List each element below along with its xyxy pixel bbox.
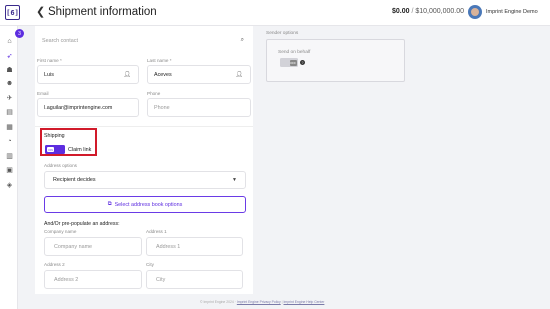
email-value: l.aguilar@imprintengine.com bbox=[44, 104, 113, 111]
send-on-behalf-label: Send on behalf bbox=[278, 50, 311, 55]
last-name-field[interactable]: Aceves 👤︎ bbox=[147, 65, 251, 84]
sender-options-title: Sender options bbox=[266, 31, 299, 36]
home-icon[interactable]: ⌂ bbox=[4, 36, 15, 47]
grid-icon[interactable]: ▦ bbox=[4, 121, 15, 132]
footer: © Imprint Engine 2024 · Imprint Engine P… bbox=[200, 300, 324, 304]
search-placeholder: Search contact bbox=[42, 38, 78, 44]
claim-link-label: Claim link bbox=[68, 147, 92, 153]
balance-limit: $10,000,000.00 bbox=[415, 8, 465, 15]
notification-badge: 3 bbox=[15, 29, 24, 38]
address1-placeholder: Address 1 bbox=[156, 243, 181, 250]
document-icon[interactable]: ▤ bbox=[4, 106, 15, 117]
campaign-icon[interactable]: ✈ bbox=[4, 92, 15, 103]
address1-field[interactable]: Address 1 bbox=[146, 237, 243, 256]
first-name-value: Luis bbox=[44, 71, 54, 78]
city-placeholder: City bbox=[156, 276, 166, 283]
privacy-policy-link[interactable]: Imprint Engine Privacy Policy bbox=[237, 300, 281, 304]
users-icon[interactable]: ☗ bbox=[4, 64, 15, 75]
city-field[interactable]: City bbox=[146, 270, 243, 289]
company-label: Company name bbox=[44, 229, 77, 234]
avatar[interactable] bbox=[468, 5, 482, 19]
search-icon: ⌕ bbox=[240, 37, 244, 43]
send-on-behalf-toggle[interactable]: OFF bbox=[280, 58, 298, 67]
email-field[interactable]: l.aguilar@imprintengine.com bbox=[37, 98, 139, 117]
address1-label: Address 1 bbox=[146, 229, 167, 234]
first-name-label: First name * bbox=[37, 58, 62, 63]
integrations-icon[interactable]: ◈ bbox=[4, 179, 15, 190]
city-label: City bbox=[146, 262, 154, 267]
address-book-button-label: Select address book options bbox=[114, 201, 183, 208]
address-options-select[interactable]: Recipient decides ▼ bbox=[44, 171, 246, 189]
inbox-icon[interactable]: ▣ bbox=[4, 164, 15, 175]
last-name-label: Last name * bbox=[147, 58, 172, 63]
address-option-selected: Recipient decides bbox=[53, 177, 96, 183]
company-placeholder: Company name bbox=[54, 243, 93, 250]
first-name-field[interactable]: Luis 👤︎ bbox=[37, 65, 139, 84]
shipping-title: Shipping bbox=[44, 133, 65, 139]
select-address-book-button[interactable]: ⧉ Select address book options bbox=[44, 196, 246, 213]
person-icon: 👤︎ bbox=[235, 72, 243, 78]
logo[interactable]: [6] bbox=[5, 5, 20, 20]
footer-copyright: © Imprint Engine 2024 · bbox=[200, 300, 237, 304]
back-chevron-icon[interactable]: ❮ bbox=[36, 5, 45, 18]
help-icon[interactable]: ? bbox=[300, 60, 305, 65]
dropdown-caret-icon: ▼ bbox=[232, 177, 237, 183]
toggle-state: OFF bbox=[289, 59, 297, 66]
page-title: Shipment information bbox=[48, 6, 157, 18]
address-options-label: Address options bbox=[44, 163, 77, 168]
user-name[interactable]: Imprint Engine Demo bbox=[486, 9, 538, 15]
phone-field[interactable]: Phone bbox=[147, 98, 251, 117]
claim-link-toggle[interactable]: ON bbox=[45, 145, 65, 154]
toggle-state: ON bbox=[47, 147, 54, 152]
search-contact-input[interactable]: Search contact ⌕ bbox=[36, 32, 251, 50]
email-label: Email bbox=[37, 91, 49, 96]
address2-field[interactable]: Address 2 bbox=[44, 270, 142, 289]
prepopulate-label: And/Or pre-populate an address: bbox=[44, 221, 120, 227]
top-bar: [6] ❮ Shipment information $0.00 / $10,0… bbox=[0, 0, 550, 26]
store-icon[interactable]: ▥ bbox=[4, 150, 15, 161]
phone-label: Phone bbox=[147, 91, 161, 96]
help-center-link[interactable]: Imprint Engine Help Center bbox=[283, 300, 324, 304]
balance-display: $0.00 / $10,000,000.00 bbox=[392, 8, 464, 15]
analytics-icon[interactable]: ◔ bbox=[4, 136, 15, 147]
phone-placeholder: Phone bbox=[154, 104, 170, 111]
balance-amount: $0.00 bbox=[392, 8, 410, 15]
address2-placeholder: Address 2 bbox=[54, 276, 79, 283]
address2-label: Address 2 bbox=[44, 262, 65, 267]
person-icon: 👤︎ bbox=[123, 72, 131, 78]
address-book-icon: ⧉ bbox=[107, 201, 112, 207]
company-name-field[interactable]: Company name bbox=[44, 237, 142, 256]
people-icon[interactable]: ☻ bbox=[4, 78, 15, 89]
send-icon[interactable]: ➶ bbox=[4, 50, 15, 61]
last-name-value: Aceves bbox=[154, 71, 172, 78]
